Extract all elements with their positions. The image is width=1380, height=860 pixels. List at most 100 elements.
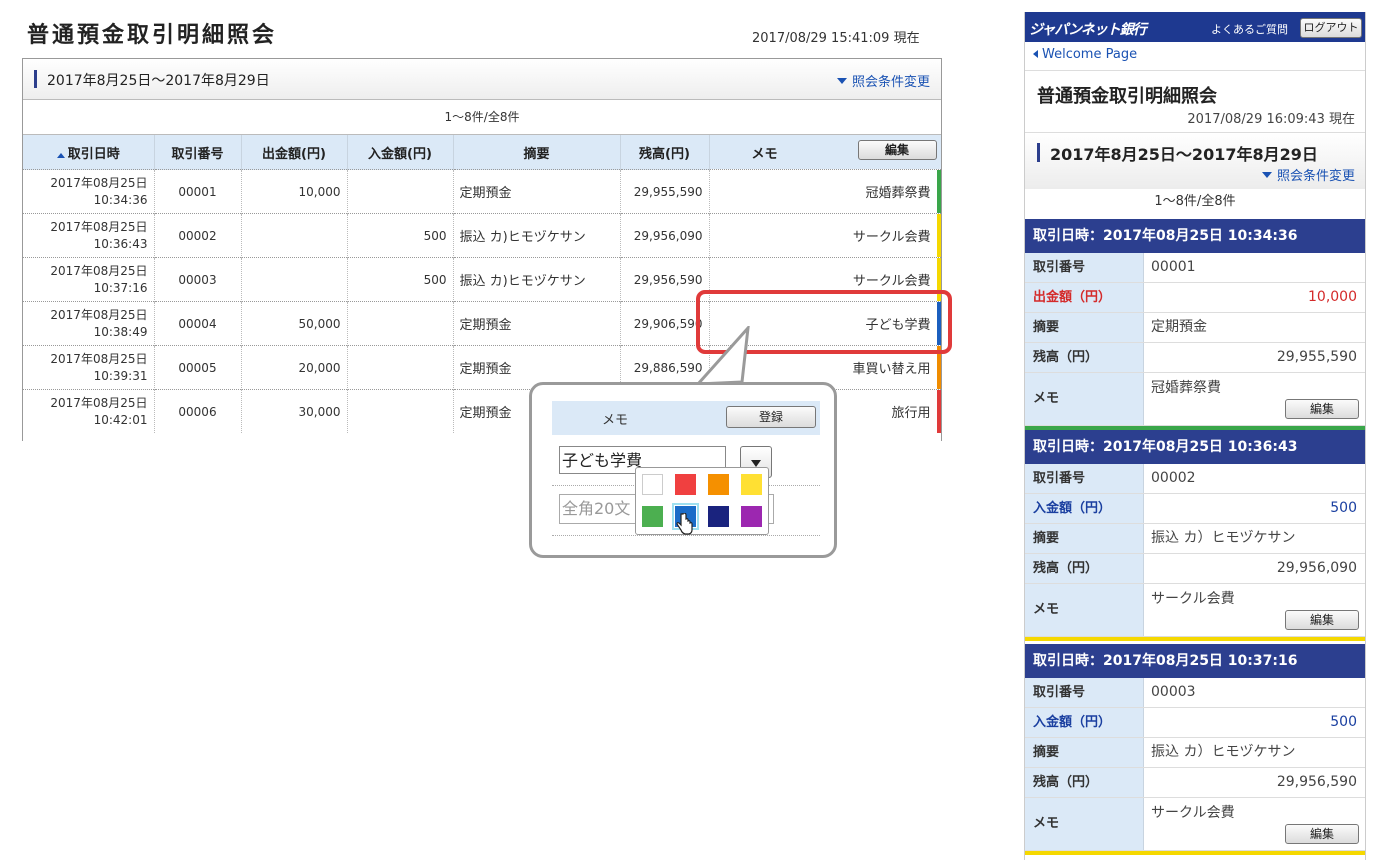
cell-summary: 振込 カ)ヒモヅケサン: [453, 257, 621, 302]
card-value: 500: [1330, 714, 1357, 730]
card-key: 摘要: [1025, 524, 1144, 553]
cell-out: 30,000: [241, 389, 348, 433]
cell-memo[interactable]: 冠婚葬祭費: [709, 169, 941, 214]
card-key: メモ: [1025, 798, 1144, 850]
card-row-memo: メモ サークル会費編集: [1025, 798, 1365, 851]
cell-summary: 振込 カ)ヒモヅケサン: [453, 213, 621, 258]
chevron-down-icon: [751, 460, 761, 467]
triangle-down-icon: [1261, 172, 1272, 178]
result-count: 1～8件/全8件: [23, 100, 941, 135]
mobile-change-conditions-label: 照会条件変更: [1276, 169, 1355, 184]
mobile-page-title: 普通預金取引明細照会: [1037, 86, 1217, 107]
date-range: 2017年8月25日～2017年8月29日: [47, 73, 270, 89]
card-row-memo: メモ 冠婚葬祭費 編集: [1025, 373, 1365, 426]
memo-color-strip: [1025, 637, 1365, 641]
col-header-balance: 残高(円): [620, 135, 710, 170]
mobile-result-count: 1～8件/全8件: [1154, 194, 1236, 209]
col-header-summary: 摘要: [453, 135, 621, 170]
card-key: 取引番号: [1025, 678, 1144, 707]
card-row-balance: 残高（円） 29,956,590: [1025, 768, 1365, 798]
color-swatch-yellow[interactable]: [741, 474, 762, 495]
memo-color-strip: [936, 214, 941, 257]
card-key: 残高（円）: [1025, 343, 1144, 372]
cell-in: [347, 389, 454, 433]
cell-no: 00004: [154, 301, 242, 346]
edit-all-button[interactable]: 編集: [857, 140, 937, 160]
cell-memo-text: 車買い替え用: [852, 362, 931, 377]
bank-logo[interactable]: ジャパンネット銀行: [1029, 19, 1147, 39]
card-value: 500: [1330, 500, 1357, 516]
faq-link[interactable]: よくあるご質問: [1211, 21, 1288, 37]
transaction-card: 取引日時：2017年08月25日 10:37:16 取引番号 00003 入金額（円）…: [1025, 644, 1365, 855]
color-swatch-white[interactable]: [642, 474, 663, 495]
cell-no: 00001: [154, 169, 242, 214]
card-header: 取引日時：2017年08月25日 10:36:43: [1025, 430, 1365, 464]
color-palette: [635, 467, 769, 535]
card-value: 10,000: [1308, 289, 1357, 305]
cell-time: 10:34:36: [93, 192, 148, 207]
cell-memo-text: サークル会費: [852, 230, 931, 245]
col-header-date[interactable]: 取引日時: [23, 135, 155, 170]
cell-time: 10:42:01: [93, 412, 148, 427]
logout-button[interactable]: ログアウト: [1300, 18, 1362, 38]
card-row-balance: 残高（円） 29,956,090: [1025, 554, 1365, 584]
register-button[interactable]: 登録: [726, 406, 816, 428]
cell-no: 00006: [154, 389, 242, 433]
color-swatch-navy[interactable]: [708, 506, 729, 527]
card-row-no: 取引番号 00001: [1025, 253, 1365, 283]
card-row-amount: 入金額（円） 500: [1025, 708, 1365, 738]
accent-bar: [34, 70, 37, 88]
divider: [552, 535, 820, 536]
card-value: 冠婚葬祭費: [1151, 380, 1221, 396]
card-value: 00001: [1151, 259, 1196, 275]
cell-datetime: 2017年08月25日 10:37:16: [23, 257, 155, 302]
card-key: 残高（円）: [1025, 768, 1144, 797]
mobile-view: ジャパンネット銀行 よくあるご質問 ログアウト Welcome Page 普通預…: [1024, 12, 1366, 860]
welcome-label: Welcome Page: [1042, 47, 1138, 62]
color-swatch-green[interactable]: [642, 506, 663, 527]
cell-no: 00002: [154, 213, 242, 258]
cell-time: 10:38:49: [93, 324, 148, 339]
card-key: 摘要: [1025, 313, 1144, 342]
cell-memo-text: 冠婚葬祭費: [865, 186, 931, 201]
card-value: サークル会費: [1151, 805, 1235, 821]
color-swatch-red[interactable]: [675, 474, 696, 495]
card-header: 取引日時：2017年08月25日 10:34:36: [1025, 219, 1365, 253]
card-value: サークル会費: [1151, 591, 1235, 607]
edit-memo-button[interactable]: 編集: [1285, 399, 1359, 419]
welcome-link[interactable]: Welcome Page: [1025, 42, 1365, 71]
cell-memo[interactable]: サークル会費: [709, 213, 941, 258]
mobile-timestamp: 2017/08/29 16:09:43 現在: [1187, 112, 1355, 127]
cell-out: 50,000: [241, 301, 348, 346]
edit-memo-button[interactable]: 編集: [1285, 610, 1359, 630]
col-header-memo-label: メモ: [751, 147, 778, 162]
color-swatch-purple[interactable]: [741, 506, 762, 527]
edit-memo-button[interactable]: 編集: [1285, 824, 1359, 844]
card-key: 入金額（円）: [1025, 708, 1144, 737]
table-row: 2017年08月25日 10:36:43 00002 500 振込 カ)ヒモヅケサン 29…: [23, 213, 941, 258]
color-swatch-orange[interactable]: [708, 474, 729, 495]
cell-summary: 定期預金: [453, 301, 621, 346]
desktop-view: 普通預金取引明細照会 2017/08/29 15:41:09 現在 2017年8…: [0, 0, 960, 558]
card-row-summary: 摘要 振込 カ）ヒモヅケサン: [1025, 738, 1365, 768]
cell-datetime: 2017年08月25日 10:42:01: [23, 389, 155, 433]
col-header-out: 出金額(円): [241, 135, 348, 170]
hand-cursor-icon: [676, 513, 693, 535]
cell-out: 20,000: [241, 345, 348, 390]
col-header-no: 取引番号: [154, 135, 242, 170]
card-value: 振込 カ）ヒモヅケサン: [1151, 530, 1296, 546]
cell-date: 2017年08月25日: [50, 351, 148, 366]
change-conditions-link[interactable]: 照会条件変更: [836, 71, 930, 90]
cell-out: 10,000: [241, 169, 348, 214]
cell-datetime: 2017年08月25日 10:36:43: [23, 213, 155, 258]
card-key: 取引番号: [1025, 464, 1144, 493]
mobile-change-conditions-link[interactable]: 照会条件変更: [1261, 165, 1355, 184]
chevron-left-icon: [1033, 50, 1038, 58]
card-value: 振込 カ）ヒモヅケサン: [1151, 744, 1296, 760]
memo-popup-label: メモ: [602, 413, 629, 428]
cell-memo-text: サークル会費: [852, 274, 931, 289]
card-key: 入金額（円）: [1025, 494, 1144, 523]
mobile-header: ジャパンネット銀行 よくあるご質問 ログアウト: [1025, 12, 1365, 42]
card-key: 摘要: [1025, 738, 1144, 767]
cell-out: [241, 257, 348, 302]
